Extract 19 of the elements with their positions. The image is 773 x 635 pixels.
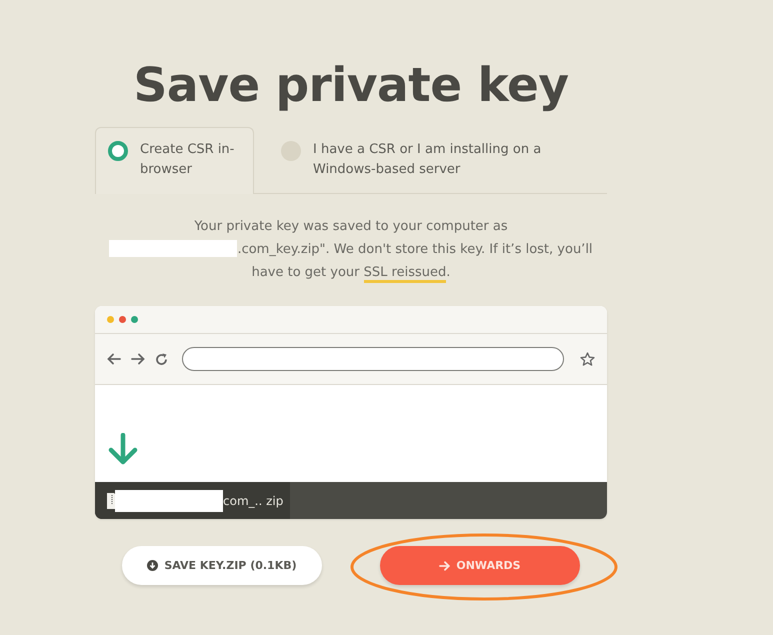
reload-icon[interactable] — [155, 352, 168, 366]
forward-arrow-icon[interactable] — [131, 353, 145, 365]
radio-button[interactable] — [108, 141, 128, 161]
save-key-button[interactable]: SAVE KEY.ZIP (0.1KB) — [122, 546, 322, 585]
star-icon[interactable] — [580, 352, 595, 366]
option-tab[interactable]: I have a CSR or I am installing on a Windows-based server — [254, 127, 584, 194]
download-item[interactable]: com_.. zip — [95, 482, 290, 519]
saved-message: Your private key was saved to your computer as .com_key.zip". We don't store this key. If it’s lost, you’ll have to get your SSL reissued. — [101, 215, 601, 284]
ssl-reissued-link[interactable]: SSL reissued — [364, 265, 446, 283]
arrow-right-icon — [439, 560, 450, 570]
page-title: Save private key — [134, 58, 568, 113]
option-tab[interactable]: Create CSR in-browser — [95, 127, 254, 194]
address-field[interactable] — [182, 347, 564, 371]
window-dot — [107, 316, 114, 323]
back-arrow-icon[interactable] — [107, 353, 121, 365]
download-icon — [147, 560, 158, 571]
window-dot — [131, 316, 138, 323]
download-arrow-icon — [107, 433, 139, 465]
window-dot — [119, 316, 126, 323]
